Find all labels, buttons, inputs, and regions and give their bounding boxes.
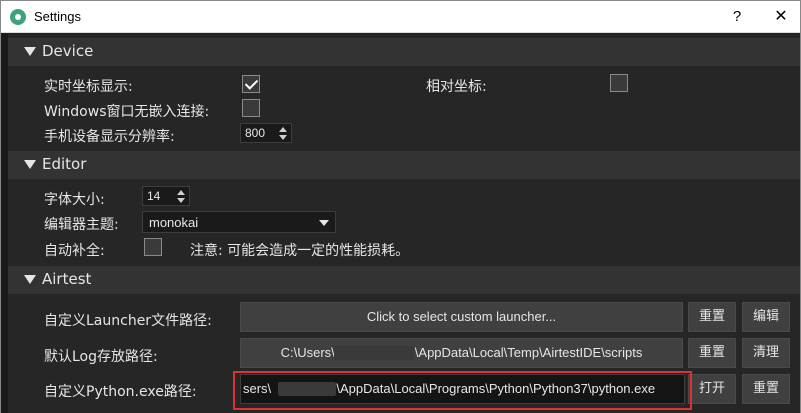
- relative-coords-label: 相对坐标:: [426, 79, 487, 95]
- help-button[interactable]: ?: [723, 5, 751, 29]
- resolution-spinbox[interactable]: 800: [240, 123, 292, 143]
- relative-coords-checkbox[interactable]: [610, 74, 628, 92]
- autocomplete-label: 自动补全:: [44, 243, 105, 259]
- collapse-arrow-icon[interactable]: [24, 275, 36, 284]
- log-reset-button[interactable]: 重置: [688, 338, 736, 368]
- spin-arrows[interactable]: [279, 125, 287, 141]
- chevron-down-icon[interactable]: [319, 220, 329, 226]
- redaction-mark: [334, 346, 414, 360]
- select-launcher-button[interactable]: Click to select custom launcher...: [240, 302, 683, 332]
- section-editor-title: Editor: [42, 155, 87, 173]
- spin-down-icon[interactable]: [177, 198, 185, 203]
- font-size-spinbox[interactable]: 14: [142, 186, 190, 206]
- close-button[interactable]: ✕: [765, 5, 797, 29]
- spin-up-icon[interactable]: [177, 190, 185, 195]
- resolution-value: 800: [245, 126, 266, 140]
- theme-value: monokai: [149, 215, 199, 230]
- realtime-coords-checkbox[interactable]: [242, 75, 260, 93]
- realtime-coords-label: 实时坐标显示:: [44, 79, 133, 95]
- settings-window: Settings ? ✕ Device 实时坐标显示: 相对坐标: Window…: [0, 0, 801, 413]
- section-airtest-title: Airtest: [42, 270, 92, 288]
- log-clear-button[interactable]: 清理: [742, 338, 790, 368]
- autocomplete-note: 注意: 可能会造成一定的性能损耗。: [190, 243, 410, 259]
- autocomplete-checkbox[interactable]: [144, 238, 162, 256]
- settings-gear-icon: [10, 9, 26, 25]
- spin-arrows[interactable]: [177, 188, 185, 204]
- spin-down-icon[interactable]: [279, 135, 287, 140]
- theme-label: 编辑器主题:: [44, 217, 119, 233]
- log-path-prefix: C:\Users\: [280, 345, 335, 360]
- launcher-reset-button[interactable]: 重置: [688, 302, 736, 332]
- launcher-edit-button[interactable]: 编辑: [742, 302, 790, 332]
- python-reset-button[interactable]: 重置: [742, 374, 790, 404]
- section-editor-header[interactable]: Editor: [8, 151, 800, 179]
- log-path-button[interactable]: C:\Users\ \AppData\Local\Temp\AirtestIDE\…: [240, 338, 683, 368]
- log-path-suffix: \AppData\Local\Temp\AirtestIDE\scripts: [414, 345, 643, 360]
- windows-embed-checkbox[interactable]: [242, 99, 260, 117]
- python-open-button[interactable]: 打开: [688, 374, 736, 404]
- windows-embed-label: Windows窗口无嵌入连接:: [44, 104, 210, 120]
- spin-up-icon[interactable]: [279, 127, 287, 132]
- window-title: Settings: [34, 9, 81, 24]
- font-size-label: 字体大小:: [44, 192, 105, 208]
- annotation-highlight-box: [233, 371, 692, 410]
- section-device-header[interactable]: Device: [8, 38, 800, 66]
- collapse-arrow-icon[interactable]: [24, 160, 36, 169]
- section-airtest-header[interactable]: Airtest: [8, 266, 800, 294]
- theme-dropdown[interactable]: monokai: [142, 211, 336, 233]
- collapse-arrow-icon[interactable]: [24, 47, 36, 56]
- launcher-path-label: 自定义Launcher文件路径:: [44, 313, 212, 329]
- resolution-label: 手机设备显示分辨率:: [44, 129, 175, 145]
- log-path-label: 默认Log存放路径:: [44, 349, 158, 365]
- left-edge: [1, 34, 8, 413]
- section-device-title: Device: [42, 42, 94, 60]
- title-bar: Settings ? ✕: [1, 1, 800, 33]
- font-size-value: 14: [147, 189, 161, 203]
- python-path-label: 自定义Python.exe路径:: [44, 384, 197, 400]
